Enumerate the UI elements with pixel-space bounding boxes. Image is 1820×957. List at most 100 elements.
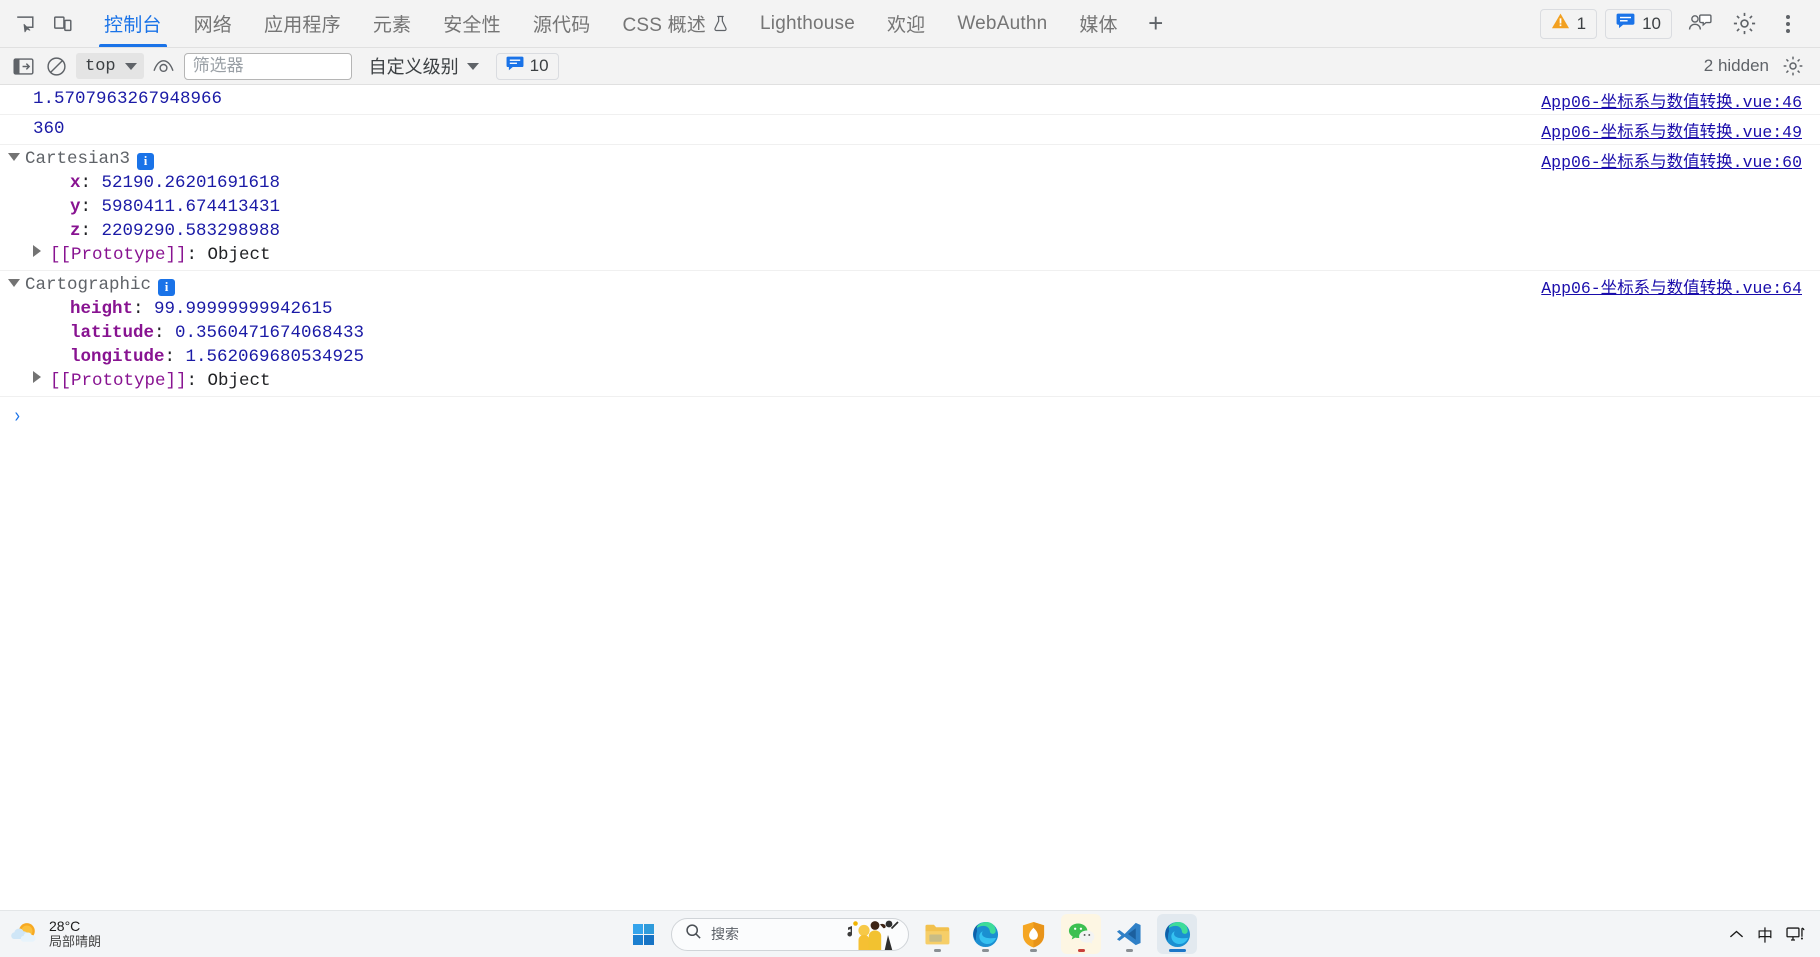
prompt-caret-icon: › (14, 404, 21, 427)
tab-network[interactable]: 网络 (178, 0, 248, 47)
expand-triangle-icon[interactable] (33, 371, 50, 383)
tab-welcome[interactable]: 欢迎 (871, 0, 941, 47)
execution-context-select[interactable]: top (76, 53, 144, 79)
tab-sources[interactable]: 源代码 (517, 0, 607, 47)
network-icon[interactable] (1786, 926, 1806, 943)
source-link[interactable]: App06-坐标系与数值转换.vue:49 (1541, 118, 1802, 142)
taskbar-app-wechat[interactable] (1061, 914, 1101, 954)
start-button[interactable] (623, 914, 663, 954)
console-prompt-input[interactable] (28, 405, 1820, 427)
property-value: 1.562069680534925 (185, 347, 365, 367)
tab-label: 应用程序 (264, 15, 341, 36)
clear-console-icon[interactable] (43, 53, 69, 79)
console-log-area[interactable]: 1.5707963267948966 App06-坐标系与数值转换.vue:46… (0, 85, 1820, 910)
hidden-messages-label[interactable]: 2 hidden (1704, 56, 1769, 76)
source-link[interactable]: App06-坐标系与数值转换.vue:60 (1541, 148, 1802, 172)
tabbar-right-controls: 1 10 (1539, 0, 1820, 47)
search-icon (685, 923, 702, 945)
taskbar-app-vs-code[interactable] (1109, 914, 1149, 954)
expand-triangle-icon[interactable] (8, 153, 25, 161)
object-prototype-row[interactable]: [[Prototype]]: Object (0, 369, 1820, 393)
tab-webauthn[interactable]: WebAuthn (941, 0, 1063, 47)
tray-overflow-chevron-icon[interactable] (1729, 929, 1744, 940)
partly-sunny-icon (10, 918, 40, 951)
taskbar-app-microsoft-edge[interactable] (965, 914, 1005, 954)
console-sidebar-toggle-icon[interactable] (10, 53, 36, 79)
property-colon: : (133, 299, 155, 319)
console-filter-input[interactable] (183, 52, 352, 80)
caret-down-icon (8, 153, 20, 161)
app-running-indicator (981, 949, 989, 952)
feedback-icon[interactable] (1680, 4, 1720, 44)
object-class-name: Cartesian3 (25, 149, 131, 169)
tab-security[interactable]: 安全性 (427, 0, 517, 47)
info-badge-icon[interactable]: i (137, 152, 155, 170)
expand-triangle-icon[interactable] (8, 279, 25, 287)
tab-label: 媒体 (1079, 15, 1118, 36)
source-link[interactable]: App06-坐标系与数值转换.vue:64 (1541, 274, 1802, 298)
add-tab-button[interactable]: + (1134, 0, 1178, 47)
more-options-icon[interactable] (1768, 4, 1808, 44)
property-key: height (70, 299, 134, 319)
console-settings-gear-icon[interactable] (1780, 53, 1806, 79)
tab-elements[interactable]: 元素 (357, 0, 427, 47)
console-row-object[interactable]: Cartographic i height: 99.99999999942615… (0, 271, 1820, 397)
tab-label: 源代码 (532, 15, 591, 36)
tab-media[interactable]: 媒体 (1063, 0, 1133, 47)
weather-widget[interactable]: 28°C 局部晴朗 (0, 918, 101, 951)
tab-lighthouse[interactable]: Lighthouse (744, 0, 871, 47)
taskbar-app-file-explorer[interactable] (917, 914, 957, 954)
log-level-select[interactable]: 自定义级别 (365, 53, 483, 79)
console-row-object[interactable]: Cartesian3 i x: 52190.26201691618 y: 598… (0, 145, 1820, 271)
tab-label: 控制台 (104, 15, 162, 36)
live-expression-eye-icon[interactable] (151, 53, 177, 79)
object-prototype-row[interactable]: [[Prototype]]: Object (0, 243, 1820, 267)
device-toolbar-icon[interactable] (44, 0, 82, 47)
warning-count: 1 (1576, 13, 1587, 33)
taskbar-center: 搜索 (623, 914, 1197, 954)
tab-console[interactable]: 控制台 (88, 0, 178, 47)
object-property: y: 5980411.674413431 (0, 195, 1820, 219)
taskbar-search-box[interactable]: 搜索 (671, 917, 909, 951)
prototype-value: Object (207, 371, 271, 391)
console-row[interactable]: 1.5707963267948966 App06-坐标系与数值转换.vue:46 (0, 85, 1820, 115)
tab-label: CSS 概述 (622, 15, 706, 36)
tab-label: WebAuthn (957, 12, 1048, 34)
taskbar-app-firewall[interactable] (1013, 914, 1053, 954)
tab-application[interactable]: 应用程序 (248, 0, 357, 47)
property-colon: : (154, 323, 176, 343)
property-value: 5980411.674413431 (101, 197, 281, 217)
taskbar-app-microsoft-edge-window[interactable] (1157, 914, 1197, 954)
tray-ime-indicator[interactable]: 中 (1757, 922, 1773, 946)
property-colon: : (80, 221, 102, 241)
info-badge-icon[interactable]: i (158, 278, 176, 296)
message-count-badge[interactable]: 10 (1605, 8, 1672, 39)
app-running-indicator (1029, 949, 1037, 952)
gear-icon[interactable] (1724, 4, 1764, 44)
weather-description: 局部晴朗 (49, 934, 102, 949)
property-colon: : (186, 371, 208, 391)
toolbar-message-count-badge[interactable]: 10 (495, 52, 559, 80)
speech-bubble-icon (1616, 12, 1635, 35)
prototype-key: [[Prototype]] (50, 245, 187, 265)
console-prompt[interactable]: › (0, 397, 1820, 427)
weather-temperature: 28°C (49, 918, 81, 934)
execution-context-value: top (85, 56, 116, 76)
log-level-label: 自定义级别 (368, 57, 459, 77)
tab-css-overview[interactable]: CSS 概述 (606, 0, 744, 47)
warning-count-badge[interactable]: 1 (1539, 8, 1598, 39)
search-illustration-icon (842, 919, 904, 950)
object-property: latitude: 0.3560471674068433 (0, 321, 1820, 345)
expand-triangle-icon[interactable] (33, 245, 50, 257)
console-value: 360 (33, 119, 65, 139)
console-row[interactable]: 360 App06-坐标系与数值转换.vue:49 (0, 115, 1820, 145)
property-value: 2209290.583298988 (101, 221, 281, 241)
source-link[interactable]: App06-坐标系与数值转换.vue:46 (1541, 88, 1802, 112)
console-value: 1.5707963267948966 (33, 89, 223, 109)
property-value: 99.99999999942615 (154, 299, 333, 319)
console-toolbar-right: 2 hidden (1704, 53, 1812, 79)
object-property: x: 52190.26201691618 (0, 171, 1820, 195)
devtools-tabbar: 控制台 网络 应用程序 元素 安全性 源代码 CSS 概述 Lighthouse… (0, 0, 1820, 48)
message-count: 10 (1642, 13, 1661, 33)
inspect-element-icon[interactable] (6, 0, 44, 47)
